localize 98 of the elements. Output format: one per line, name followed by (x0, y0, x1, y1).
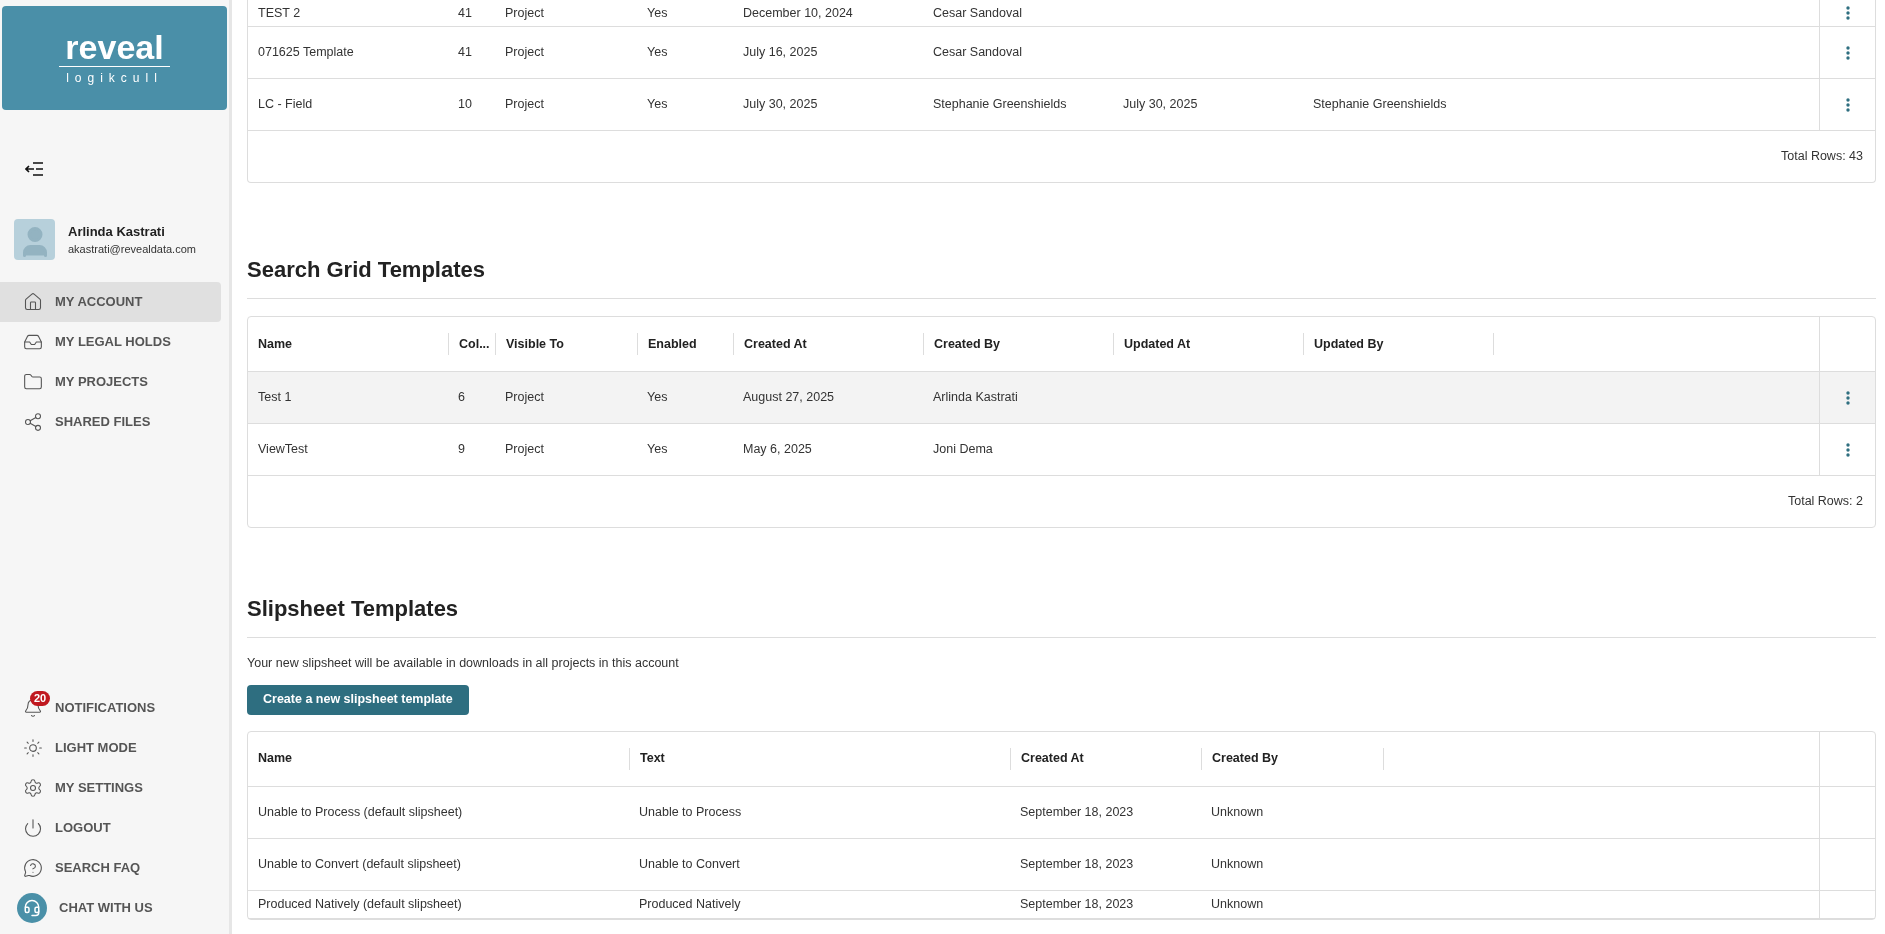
tray-icon (23, 332, 43, 352)
column-header[interactable]: Name (258, 334, 293, 354)
total-rows-label: Total Rows: 43 (1781, 148, 1863, 166)
column-header[interactable]: Visible To (506, 334, 564, 354)
house-icon (23, 292, 43, 312)
nav-item[interactable]: SHARED FILES (0, 402, 221, 442)
table-cell-text: Test 1 (258, 389, 292, 407)
table-cell-text: 10 (458, 96, 472, 114)
power-icon (23, 818, 43, 838)
nav-item[interactable]: 20 NOTIFICATIONS (0, 688, 229, 728)
table-cell-text: Unable to Convert (639, 855, 740, 873)
column-header[interactable]: Created By (1212, 749, 1278, 769)
nav-item[interactable]: MY ACCOUNT (0, 282, 221, 322)
table-cell-text: September 18, 2023 (1020, 895, 1134, 913)
more-options-button[interactable] (1843, 95, 1852, 114)
table-cell-text: Yes (647, 96, 668, 114)
column-header[interactable]: Created At (1021, 749, 1084, 769)
table-cell-text: Arlinda Kastrati (933, 389, 1018, 407)
table-cell-text: July 16, 2025 (743, 44, 818, 62)
table-cell-text: 6 (458, 389, 465, 407)
table-row[interactable]: Test 1 6 Project Yes August 27, 2025 Arlinda Kastrati (248, 372, 1875, 424)
table-cell-text: Joni Dema (933, 441, 993, 459)
more-options-button[interactable] (1843, 4, 1852, 22)
table-cell-text: Produced Natively (default slipsheet) (258, 895, 462, 913)
table-cell-text: Cesar Sandoval (933, 44, 1022, 62)
kebab-menu-icon (1845, 97, 1850, 112)
table-cell-text: Cesar Sandoval (933, 4, 1022, 22)
column-header[interactable]: Text (640, 749, 665, 769)
column-header[interactable]: Enabled (648, 334, 697, 354)
table-cell-text: Unknown (1211, 895, 1264, 913)
column-header[interactable]: Updated By (1314, 334, 1384, 354)
description-text: Your new slipsheet will be available in downloads in all projects in this account (247, 655, 680, 672)
column-header[interactable]: Created By (934, 334, 1000, 354)
kebab-menu-icon (1845, 390, 1850, 405)
table-cell-text: Project (505, 96, 544, 114)
table-cell-text: September 18, 2023 (1020, 803, 1134, 821)
table-cell-text: 9 (458, 441, 465, 459)
nav-item[interactable]: MY PROJECTS (0, 362, 221, 402)
collapse-menu-icon (25, 162, 43, 176)
table-row[interactable]: ViewTest 9 Project Yes May 6, 2025 Joni Dema (248, 424, 1875, 476)
create-template-button[interactable]: Create a new slipsheet template (247, 684, 469, 715)
table-cell-text: Stephanie Greenshields (933, 96, 1067, 114)
folder-icon (23, 372, 43, 392)
table-cell-text: Unknown (1211, 803, 1264, 821)
table-cell-text: LC - Field (258, 96, 313, 114)
table-cell-text: Unable to Convert (default slipsheet) (258, 855, 461, 873)
share-icon (23, 412, 43, 432)
more-options-button[interactable] (1843, 440, 1852, 459)
table-cell-text: Project (505, 389, 544, 407)
table-cell-text: Yes (647, 389, 668, 407)
settings-icon (23, 778, 43, 798)
table-cell-text: Yes (647, 4, 668, 22)
table-cell-text: 41 (458, 44, 472, 62)
table-cell-text: Unable to Process (639, 803, 742, 821)
table-cell-text: Unable to Process (default slipsheet) (258, 803, 463, 821)
column-header[interactable]: Col... (459, 334, 490, 354)
table-cell-text: Yes (647, 44, 668, 62)
table-cell-text: Unknown (1211, 855, 1264, 873)
nav-item[interactable]: CHAT WITH US (0, 888, 229, 928)
table-cell-text: September 18, 2023 (1020, 855, 1134, 873)
table-cell-text: Produced Natively (639, 895, 741, 913)
nav-item[interactable]: LOGOUT (0, 808, 229, 848)
table-cell-text: Project (505, 44, 544, 62)
table-cell-text: May 6, 2025 (743, 441, 812, 459)
table-cell-text: July 30, 2025 (1123, 96, 1198, 114)
nav-item[interactable]: LIGHT MODE (0, 728, 229, 768)
kebab-menu-icon (1845, 45, 1850, 60)
table-cell-text: 41 (458, 4, 472, 22)
section-title: Slipsheet Templates (247, 592, 1876, 638)
headset-icon (17, 893, 47, 923)
more-options-button[interactable] (1843, 388, 1852, 407)
question-bubble-icon (23, 858, 43, 878)
table-cell-text: December 10, 2024 (743, 4, 853, 22)
section-title: Search Grid Templates (247, 253, 1876, 299)
table-cell-text: Project (505, 4, 544, 22)
user-name: Arlinda Kastrati (68, 222, 166, 241)
table-cell-text: Yes (647, 441, 668, 459)
nav-item[interactable]: MY SETTINGS (0, 768, 229, 808)
table-cell-text: August 27, 2025 (743, 389, 835, 407)
kebab-menu-icon (1845, 6, 1850, 20)
table-cell-text: Stephanie Greenshields (1313, 96, 1447, 114)
table-cell-text: TEST 2 (258, 4, 301, 22)
more-options-button[interactable] (1843, 43, 1852, 62)
column-header[interactable]: Created At (744, 334, 807, 354)
table-cell-text: ViewTest (258, 441, 308, 459)
logo: reveal logikcull (2, 6, 227, 110)
notification-badge: 20 (30, 691, 51, 706)
nav-item[interactable]: SEARCH FAQ (0, 848, 229, 888)
kebab-menu-icon (1845, 442, 1850, 457)
column-header[interactable]: Updated At (1124, 334, 1191, 354)
table-cell-text: 071625 Template (258, 44, 354, 62)
total-rows-label: Total Rows: 2 (1787, 493, 1863, 511)
sun-icon (23, 738, 43, 758)
table-cell-text: Project (505, 441, 544, 459)
column-header[interactable]: Name (258, 749, 293, 769)
table-cell-text: July 30, 2025 (743, 96, 818, 114)
nav-item[interactable]: MY LEGAL HOLDS (0, 322, 221, 362)
user-email: akastrati@revealdata.com (68, 242, 196, 257)
